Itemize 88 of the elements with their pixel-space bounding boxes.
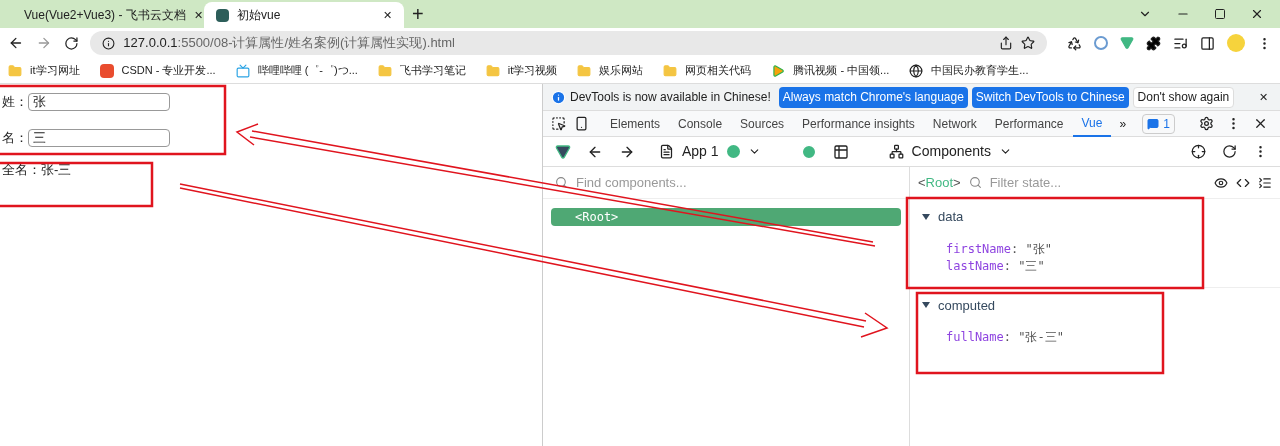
banner-button[interactable]: Always match Chrome's language (778, 86, 968, 108)
collapse-icon[interactable] (1258, 175, 1272, 190)
close-icon[interactable]: ✕ (383, 6, 392, 24)
bookmark[interactable]: it学习网址 (8, 62, 80, 79)
close-icon[interactable] (1250, 7, 1264, 21)
tv-icon (235, 63, 250, 78)
folder-icon (663, 63, 678, 78)
section-header[interactable]: computed (922, 295, 1268, 315)
playlist-icon[interactable] (1173, 35, 1188, 51)
settings-icon[interactable] (1199, 116, 1214, 131)
new-tab-button[interactable]: + (412, 4, 424, 24)
section-header[interactable]: data (922, 207, 1268, 227)
browser-tab[interactable]: Vue(Vue2+Vue3) - 飞书云文档 ✕ (4, 2, 204, 28)
bookmark[interactable]: 中国民办教育学生... (909, 62, 1029, 79)
tab-title: Vue(Vue2+Vue3) - 飞书云文档 (24, 7, 186, 24)
text-field[interactable]: 三 (28, 129, 170, 147)
close-icon[interactable]: ✕ (1259, 88, 1272, 106)
bookmark[interactable]: CSDN - 专业开发... (99, 62, 216, 79)
close-icon[interactable] (1253, 116, 1268, 131)
address-field[interactable]: 127.0.0.1:5500/08-计算属性/姓名案例(计算属性实现).html (90, 31, 1047, 55)
view-selector[interactable]: Components (888, 141, 1012, 162)
app-icon (659, 144, 674, 159)
folder-icon (8, 63, 22, 78)
share-icon[interactable] (999, 36, 1013, 50)
inspect-icon[interactable] (551, 116, 566, 131)
banner-button[interactable]: Don't show again (1132, 86, 1235, 108)
app-selector[interactable]: App 1 (659, 141, 761, 162)
state-entry: fullName: "张-三" (946, 329, 1065, 346)
bookmark[interactable]: it学习视频 (485, 62, 558, 79)
star-icon[interactable] (1021, 36, 1035, 50)
folder-icon (377, 63, 392, 78)
bookmark[interactable]: 网页相关代码 (663, 62, 752, 79)
bookmark[interactable]: 娱乐网站 (577, 62, 644, 79)
state-entry: firstName: "张" (946, 240, 1053, 258)
devtools-tab[interactable]: Performance insights (793, 110, 924, 137)
back-icon[interactable] (8, 35, 24, 51)
eye-icon[interactable] (1214, 175, 1228, 190)
bookmark[interactable]: 飞书学习笔记 (377, 62, 466, 79)
vue-logo-icon (555, 143, 571, 160)
banner-message: DevTools is now available in Chinese! (570, 89, 771, 106)
info-icon (102, 36, 116, 50)
side-panel-icon[interactable] (1200, 35, 1215, 51)
play-icon (771, 63, 786, 78)
search-icon (968, 176, 982, 189)
timeline-icon[interactable] (832, 143, 849, 160)
maximize-icon[interactable] (1214, 8, 1226, 20)
state-entry: lastName: "三" (946, 257, 1046, 275)
device-icon[interactable] (574, 116, 589, 131)
folder-icon (577, 63, 592, 78)
devtools-tab[interactable]: Performance (985, 110, 1073, 137)
info-icon (551, 89, 566, 105)
component-name: <Root> (918, 173, 961, 192)
search-icon (555, 176, 568, 189)
logo-icon (99, 63, 114, 78)
field-label: 姓： (2, 93, 28, 112)
page-icon (216, 8, 229, 22)
tab-title: 初始vue (237, 7, 282, 24)
devtools-tab[interactable]: Console (669, 110, 732, 137)
devtools-tab[interactable]: Sources (731, 110, 794, 137)
devtools-tab[interactable]: Network (923, 110, 986, 137)
folder-icon (485, 63, 500, 78)
bookmark[interactable]: 哔哩哔哩 (゜-゜)つ... (235, 62, 358, 79)
recycle-icon[interactable] (1067, 35, 1082, 51)
full-name-text: 全名：张-三 (1, 161, 73, 179)
reload-icon[interactable] (63, 35, 79, 51)
devtools-tab[interactable]: Vue (1072, 110, 1112, 137)
ring-icon[interactable] (1094, 36, 1108, 50)
caret-icon (922, 301, 930, 310)
search-field[interactable]: Find components... (576, 172, 897, 193)
tree-icon (888, 144, 904, 159)
browser-tab[interactable]: 初始vue ✕ (204, 2, 404, 28)
url-text: 127.0.0.1:5500/08-计算属性/姓名案例(计算属性实现).html (123, 34, 456, 53)
refresh-icon[interactable] (1222, 144, 1237, 159)
field-label: 名： (2, 129, 28, 148)
filter-field[interactable]: Filter state... (989, 172, 1170, 193)
message-icon (1147, 117, 1160, 130)
banner-button[interactable]: Switch DevTools to Chinese (971, 86, 1129, 108)
badge-icon (726, 145, 740, 158)
more-tabs-button[interactable]: » (1111, 114, 1135, 133)
issues-button[interactable]: 1 (1142, 113, 1175, 134)
puzzle-icon[interactable] (1146, 35, 1161, 51)
globe-icon (909, 63, 924, 78)
bookmark[interactable]: 腾讯视频 - 中国领... (771, 62, 890, 79)
target-icon[interactable] (1191, 144, 1206, 159)
devtools-tab[interactable]: Elements (601, 110, 670, 137)
text-field[interactable]: 张 (28, 93, 170, 111)
caret-icon (922, 212, 930, 221)
close-icon[interactable]: ✕ (193, 6, 203, 24)
